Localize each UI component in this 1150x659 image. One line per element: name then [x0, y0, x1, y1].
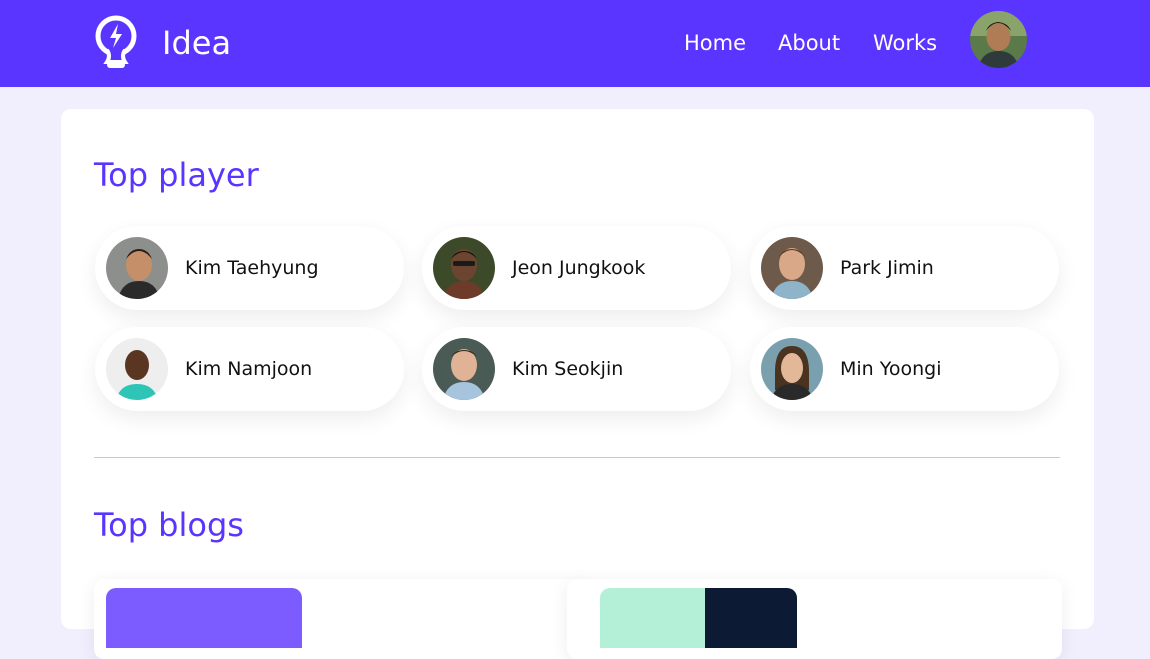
- user-avatar-image: [970, 11, 1027, 68]
- player-photo-icon: [761, 338, 823, 400]
- player-name: Kim Taehyung: [185, 257, 319, 279]
- player-card-kim-taehyung[interactable]: Kim Taehyung: [95, 226, 404, 310]
- player-name: Min Yoongi: [840, 358, 942, 380]
- blog-thumbnail: [106, 588, 302, 648]
- nav-link-about[interactable]: About: [778, 29, 840, 57]
- player-avatar: [106, 237, 168, 299]
- nav-link-home[interactable]: Home: [684, 29, 746, 57]
- player-name: Kim Seokjin: [512, 358, 624, 380]
- player-photo-icon: [106, 237, 168, 299]
- player-name: Kim Namjoon: [185, 358, 313, 380]
- player-card-kim-namjoon[interactable]: Kim Namjoon: [95, 327, 404, 411]
- blog-card[interactable]: [94, 579, 589, 659]
- player-avatar: [433, 237, 495, 299]
- player-card-kim-seokjin[interactable]: Kim Seokjin: [422, 327, 731, 411]
- blog-thumbnail: [600, 588, 705, 648]
- player-avatar: [433, 338, 495, 400]
- top-player-heading: Top player: [94, 156, 259, 194]
- nav-link-works[interactable]: Works: [873, 29, 937, 57]
- blog-card[interactable]: [567, 579, 1062, 659]
- player-name: Park Jimin: [840, 257, 934, 279]
- brand-name[interactable]: Idea: [162, 24, 231, 62]
- player-photo-icon: [761, 237, 823, 299]
- blog-thumbnail-dark: [705, 588, 797, 648]
- player-photo-icon: [106, 338, 168, 400]
- player-avatar: [106, 338, 168, 400]
- player-avatar: [761, 338, 823, 400]
- player-name: Jeon Jungkook: [512, 257, 646, 279]
- content-card: Top player Kim Taehyung Jeon Jungkook Pa…: [61, 109, 1094, 659]
- top-blogs-heading: Top blogs: [94, 506, 244, 544]
- top-navbar: Idea Home About Works: [0, 0, 1150, 87]
- lightbulb-logo-icon[interactable]: [93, 14, 139, 72]
- player-card-jeon-jungkook[interactable]: Jeon Jungkook: [422, 226, 731, 310]
- section-divider: [94, 457, 1060, 458]
- player-avatar: [761, 237, 823, 299]
- player-photo-icon: [433, 338, 495, 400]
- player-card-min-yoongi[interactable]: Min Yoongi: [750, 327, 1059, 411]
- player-card-park-jimin[interactable]: Park Jimin: [750, 226, 1059, 310]
- player-photo-icon: [433, 237, 495, 299]
- user-avatar[interactable]: [970, 11, 1027, 68]
